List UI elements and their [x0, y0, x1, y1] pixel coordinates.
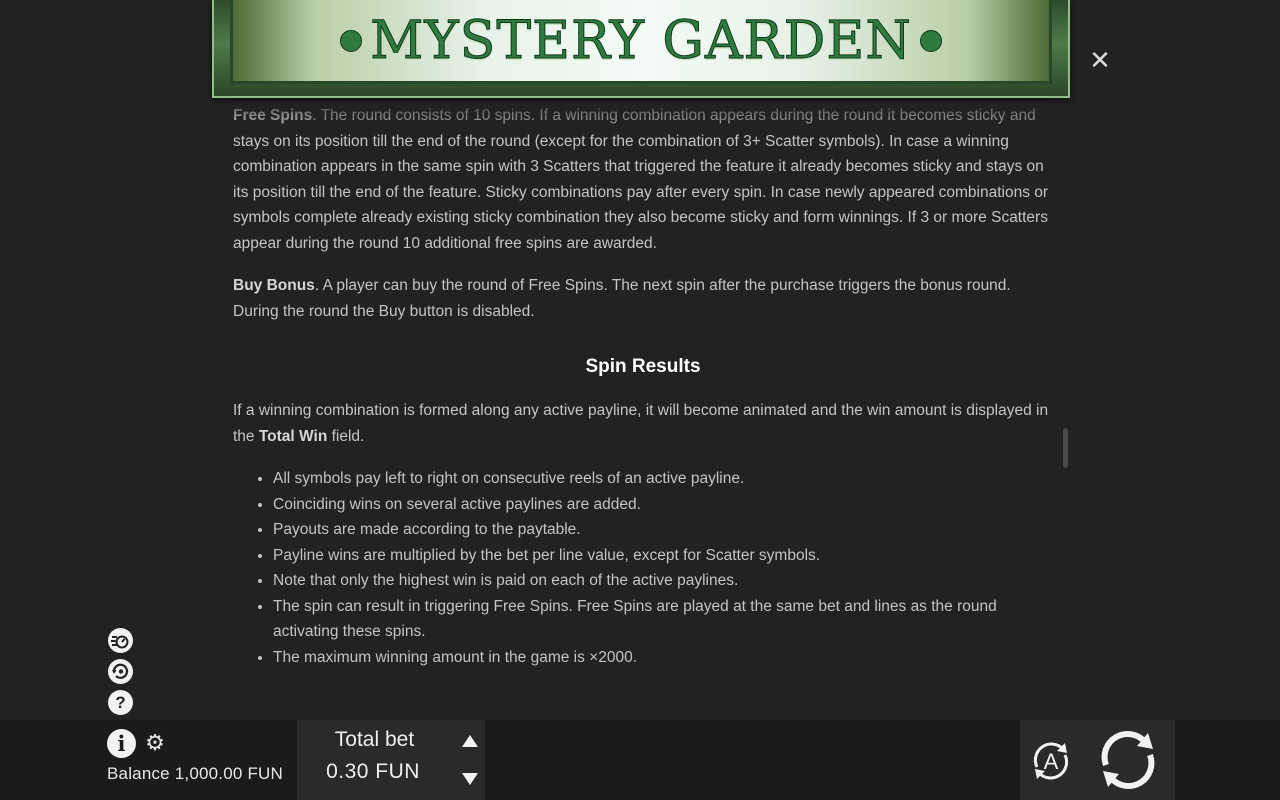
intro-text-after: field. — [327, 427, 365, 445]
turbo-icon-graphic — [108, 628, 133, 653]
help-icon[interactable]: ? — [108, 690, 133, 715]
list-item: Note that only the highest win is paid o… — [273, 568, 1053, 594]
spin-results-list: All symbols pay left to right on consecu… — [233, 466, 1053, 670]
scrollbar-thumb[interactable] — [1063, 428, 1068, 468]
spin-results-heading: Spin Results — [585, 356, 701, 377]
buy-bonus-text: . A player can buy the round of Free Spi… — [233, 277, 1011, 320]
list-item: Payline wins are multiplied by the bet p… — [273, 543, 1053, 569]
spin-graphic — [1101, 731, 1155, 789]
list-item: Coinciding wins on several active paylin… — [273, 492, 1053, 518]
history-icon-graphic — [108, 659, 133, 684]
list-item: The maximum winning amount in the game i… — [273, 645, 1053, 671]
content-fade-bottom — [233, 688, 1053, 718]
rules-content[interactable]: Free Spins. The round consists of 10 spi… — [233, 103, 1053, 718]
autoplay-icon[interactable]: A — [1027, 737, 1075, 785]
game-title: MYSTERY GARDEN — [370, 10, 912, 71]
info-icon[interactable]: i — [107, 729, 136, 758]
logo-dot-right — [919, 29, 942, 52]
buy-bonus-paragraph: Buy Bonus. A player can buy the round of… — [233, 273, 1053, 324]
bet-decrease-graphic — [462, 773, 478, 785]
logo-dot-left — [340, 29, 363, 52]
gear-icon[interactable]: ⚙ — [143, 731, 167, 755]
autoplay-graphic: A — [1033, 742, 1069, 780]
total-bet-label: Total bet — [334, 728, 415, 751]
turbo-icon[interactable] — [108, 628, 133, 653]
list-item: The spin can result in triggering Free S… — [273, 594, 1053, 645]
history-icon[interactable] — [108, 659, 133, 684]
arrow-up-icon[interactable] — [460, 733, 480, 751]
buy-bonus-term: Buy Bonus — [233, 277, 315, 294]
bet-increase-graphic — [462, 735, 478, 747]
game-logo: MYSTERY GARDEN — [230, 0, 1052, 84]
free-spins-paragraph: Free Spins. The round consists of 10 spi… — [233, 103, 1053, 256]
free-spins-text: . The round consists of 10 spins. If a w… — [233, 107, 1049, 252]
spin-results-intro: If a winning combination is formed along… — [233, 398, 1053, 449]
close-icon[interactable]: ✕ — [1088, 47, 1112, 73]
list-item: All symbols pay left to right on consecu… — [273, 466, 1053, 492]
total-bet-value: 0.30 FUN — [326, 760, 420, 783]
total-win-term: Total Win — [258, 427, 328, 445]
free-spins-term: Free Spins — [233, 107, 313, 124]
list-item: Payouts are made according to the paytab… — [273, 517, 1053, 543]
spin-icon[interactable] — [1095, 727, 1161, 793]
balance-display: Balance 1,000.00 FUN — [107, 764, 283, 783]
game-logo-banner: MYSTERY GARDEN — [212, 0, 1070, 98]
autoplay-label: A — [1044, 749, 1059, 774]
arrow-down-icon[interactable] — [460, 771, 480, 789]
